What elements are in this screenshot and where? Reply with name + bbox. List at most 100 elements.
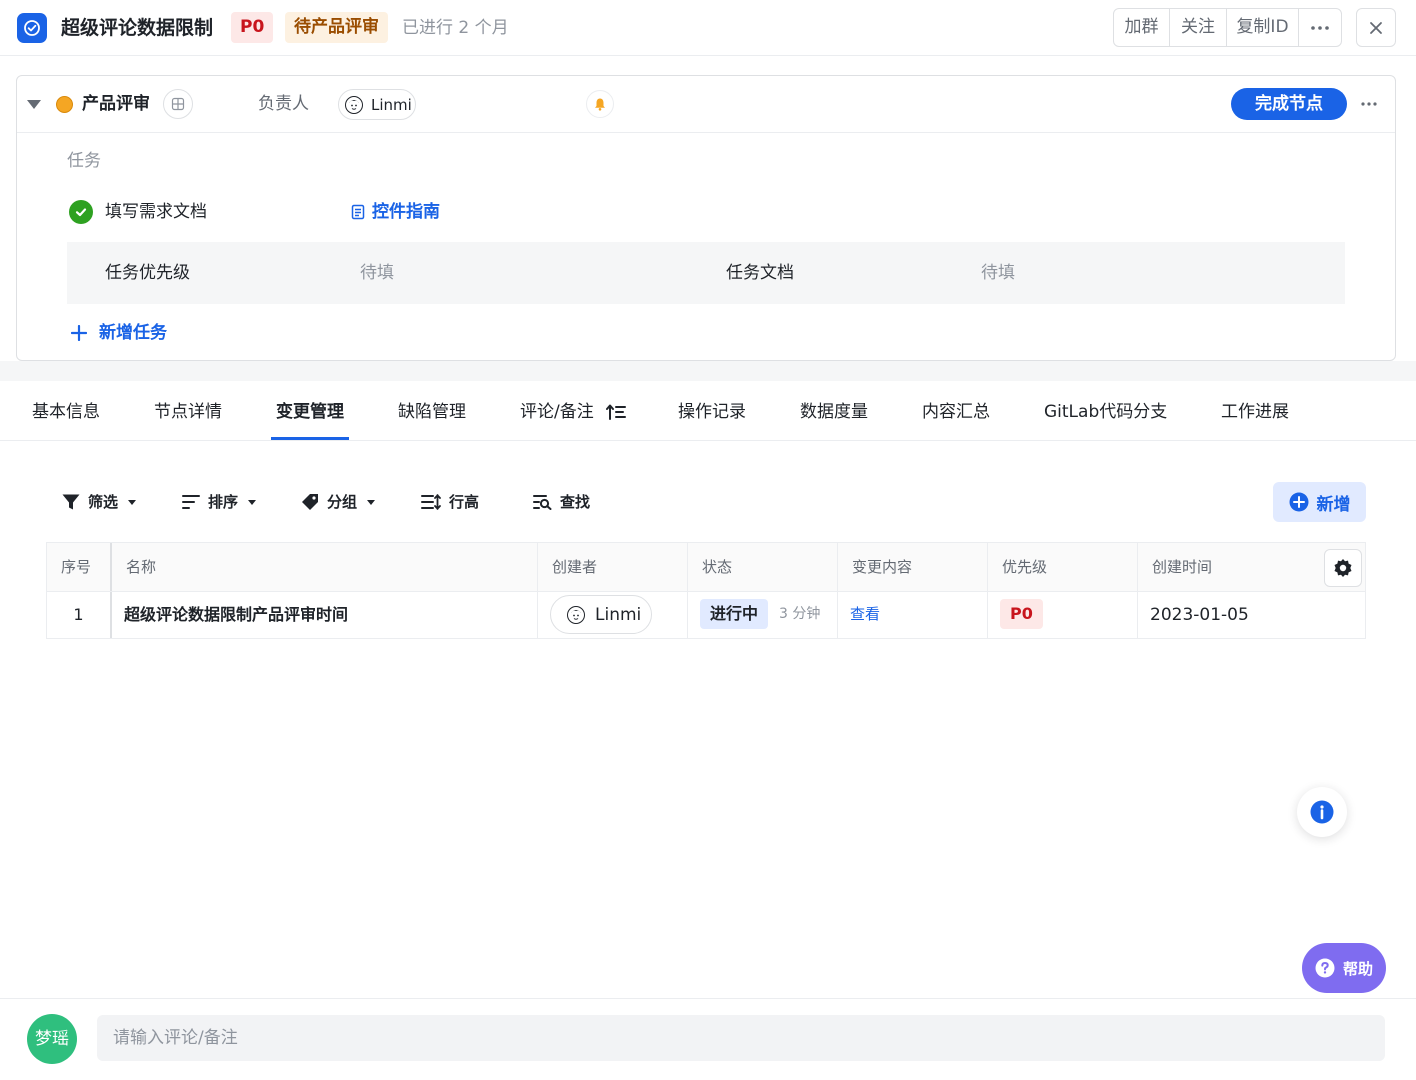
tab-bar: 基本信息 节点详情 变更管理 缺陷管理 评论/备注 操作记录 数据度量 内容汇总…	[0, 381, 1416, 441]
row-height-button[interactable]: 行高	[421, 491, 479, 513]
node-more-icon[interactable]	[1357, 92, 1381, 116]
join-group-button[interactable]: 加群	[1114, 9, 1170, 46]
chevron-down-icon	[367, 499, 376, 505]
table-header: 序号 名称 创建者 状态 变更内容 优先级 创建时间	[47, 543, 1365, 592]
avatar	[345, 95, 363, 114]
group-button[interactable]: 分组	[301, 491, 376, 513]
column-header-change: 变更内容	[838, 543, 988, 591]
column-header-priority: 优先级	[988, 543, 1138, 591]
complete-node-button[interactable]: 完成节点	[1231, 88, 1347, 120]
chevron-down-icon	[248, 499, 257, 505]
column-header-name: 名称	[112, 543, 538, 591]
node-layout-icon[interactable]	[163, 89, 193, 119]
close-button[interactable]	[1356, 8, 1396, 47]
tab-gitlab-branch[interactable]: GitLab代码分支	[1044, 399, 1167, 425]
tab-metrics[interactable]: 数据度量	[800, 399, 868, 425]
task-doc-value[interactable]: 待填	[981, 260, 1015, 286]
find-icon	[533, 495, 552, 510]
creator-chip[interactable]: Linmi	[550, 595, 652, 634]
header-actions: 加群 关注 复制ID	[1113, 8, 1342, 47]
table-row[interactable]: 1 超级评论数据限制产品评审时间 Linmi 进行中 3 分钟 查看 P0 20…	[47, 592, 1365, 638]
copy-id-button[interactable]: 复制ID	[1227, 9, 1299, 46]
new-button[interactable]: 新增	[1273, 482, 1366, 522]
sort-icon	[182, 495, 200, 509]
find-button[interactable]: 查找	[533, 491, 590, 513]
tab-basic-info[interactable]: 基本信息	[32, 399, 100, 425]
row-index: 1	[47, 592, 112, 638]
tab-work-progress[interactable]: 工作进展	[1221, 399, 1289, 425]
help-button[interactable]: 帮助	[1302, 943, 1386, 993]
section-divider	[0, 361, 1416, 381]
filter-label: 筛选	[88, 493, 119, 511]
priority-badge: P0	[231, 12, 274, 43]
row-name[interactable]: 超级评论数据限制产品评审时间	[112, 592, 538, 638]
page-title: 超级评论数据限制	[61, 17, 214, 39]
check-circle-icon	[17, 13, 47, 43]
tab-operation-log[interactable]: 操作记录	[678, 399, 746, 425]
sort-button[interactable]: 排序	[182, 491, 257, 513]
avatar	[567, 605, 585, 624]
tab-comments-label: 评论/备注	[520, 402, 594, 422]
row-height-label: 行高	[449, 493, 480, 511]
find-label: 查找	[560, 493, 591, 511]
owner-label: 负责人	[258, 94, 309, 114]
guide-link[interactable]: 控件指南	[350, 199, 440, 225]
follow-button[interactable]: 关注	[1170, 9, 1227, 46]
tab-defect-management[interactable]: 缺陷管理	[398, 399, 466, 425]
node-card: 产品评审 负责人 Linmi 完成节点 任务 填写需求文档 控件指南 任务优先级…	[16, 75, 1396, 361]
owner-name: Linmi	[371, 95, 412, 114]
row-creator-cell: Linmi	[538, 592, 688, 638]
row-change-cell: 查看	[838, 592, 988, 638]
close-icon	[1370, 21, 1382, 34]
node-name: 产品评审	[82, 94, 150, 114]
plus-circle-icon	[1289, 492, 1308, 512]
chevron-down-icon	[128, 499, 137, 505]
column-header-index: 序号	[47, 543, 112, 591]
filter-icon	[62, 494, 80, 509]
status-duration: 3 分钟	[779, 606, 821, 622]
plus-icon	[71, 325, 87, 341]
task-priority-label: 任务优先级	[105, 263, 190, 283]
help-label: 帮助	[1342, 959, 1373, 978]
row-created-time: 2023-01-05	[1150, 605, 1249, 625]
task-name[interactable]: 填写需求文档	[105, 199, 207, 225]
tab-content-summary[interactable]: 内容汇总	[922, 399, 990, 425]
owner-chip[interactable]: Linmi	[338, 89, 416, 120]
node-header: 产品评审 负责人 Linmi 完成节点	[17, 76, 1395, 133]
info-button[interactable]	[1297, 787, 1347, 837]
task-done-icon[interactable]	[69, 200, 93, 224]
avatar[interactable]: 梦瑶	[27, 1014, 77, 1064]
comment-input[interactable]	[97, 1015, 1385, 1061]
sort-label: 排序	[208, 493, 239, 511]
collapse-triangle-icon[interactable]	[27, 100, 41, 109]
guide-link-label: 控件指南	[372, 202, 440, 222]
task-doc-label: 任务文档	[726, 263, 794, 283]
tab-change-management[interactable]: 变更管理	[276, 399, 344, 425]
header-bar: 超级评论数据限制 P0 待产品评审 已进行 2 个月 加群 关注 复制ID	[0, 0, 1416, 56]
column-header-status: 状态	[688, 543, 838, 591]
new-label: 新增	[1316, 494, 1351, 515]
sort-asc-icon[interactable]	[605, 404, 626, 420]
tab-node-details[interactable]: 节点详情	[154, 399, 222, 425]
tab-comments[interactable]: 评论/备注	[520, 399, 626, 425]
tasks-heading: 任务	[67, 151, 101, 171]
gear-icon[interactable]	[1324, 549, 1362, 587]
add-task-label: 新增任务	[99, 323, 167, 343]
node-status-dot	[56, 96, 73, 113]
priority-badge: P0	[1000, 599, 1043, 629]
change-table: 序号 名称 创建者 状态 变更内容 优先级 创建时间 1 超级评论数据限制产品评…	[46, 542, 1366, 639]
tag-icon	[302, 494, 318, 510]
info-icon	[1310, 800, 1334, 824]
task-priority-value[interactable]: 待填	[360, 260, 394, 286]
bell-icon[interactable]	[586, 90, 614, 118]
view-change-link[interactable]: 查看	[850, 603, 880, 625]
row-height-icon	[421, 494, 441, 510]
column-header-creator: 创建者	[538, 543, 688, 591]
status-badge: 进行中	[700, 599, 769, 629]
active-tab-indicator	[271, 437, 349, 440]
row-status-cell: 进行中 3 分钟	[688, 592, 838, 638]
add-task-button[interactable]: 新增任务	[71, 320, 167, 346]
question-icon	[1315, 958, 1335, 978]
filter-button[interactable]: 筛选	[62, 491, 137, 513]
more-icon[interactable]	[1299, 9, 1341, 46]
